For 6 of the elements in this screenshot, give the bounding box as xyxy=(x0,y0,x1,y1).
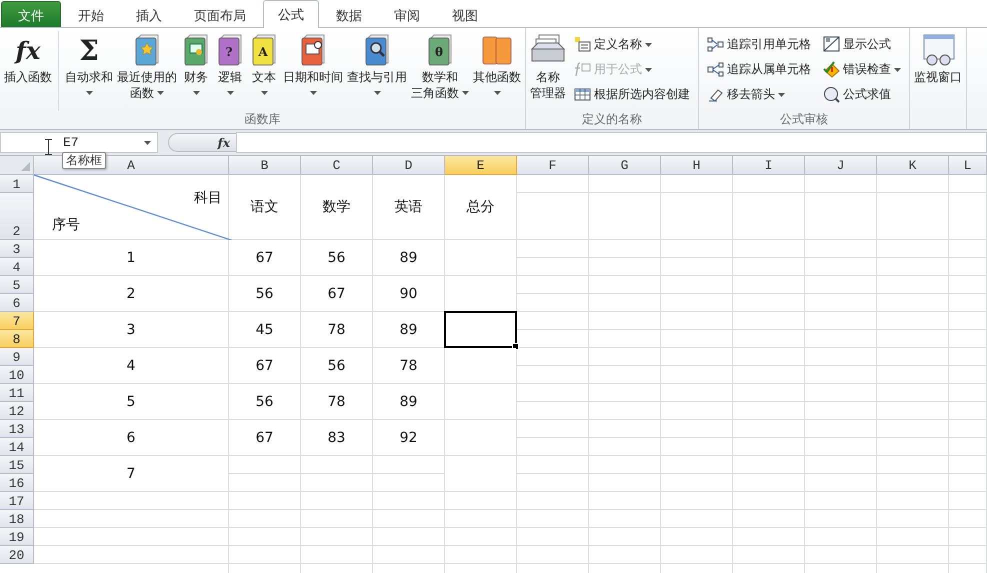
group-label: 函数库 xyxy=(244,111,280,128)
group-label: 公式审核 xyxy=(780,111,828,128)
insert-function-icon: fx xyxy=(16,33,40,69)
group-label: 定义的名称 xyxy=(582,111,642,128)
sum-icon: Σ xyxy=(79,33,99,69)
tooltip: 名称框 xyxy=(62,152,106,169)
